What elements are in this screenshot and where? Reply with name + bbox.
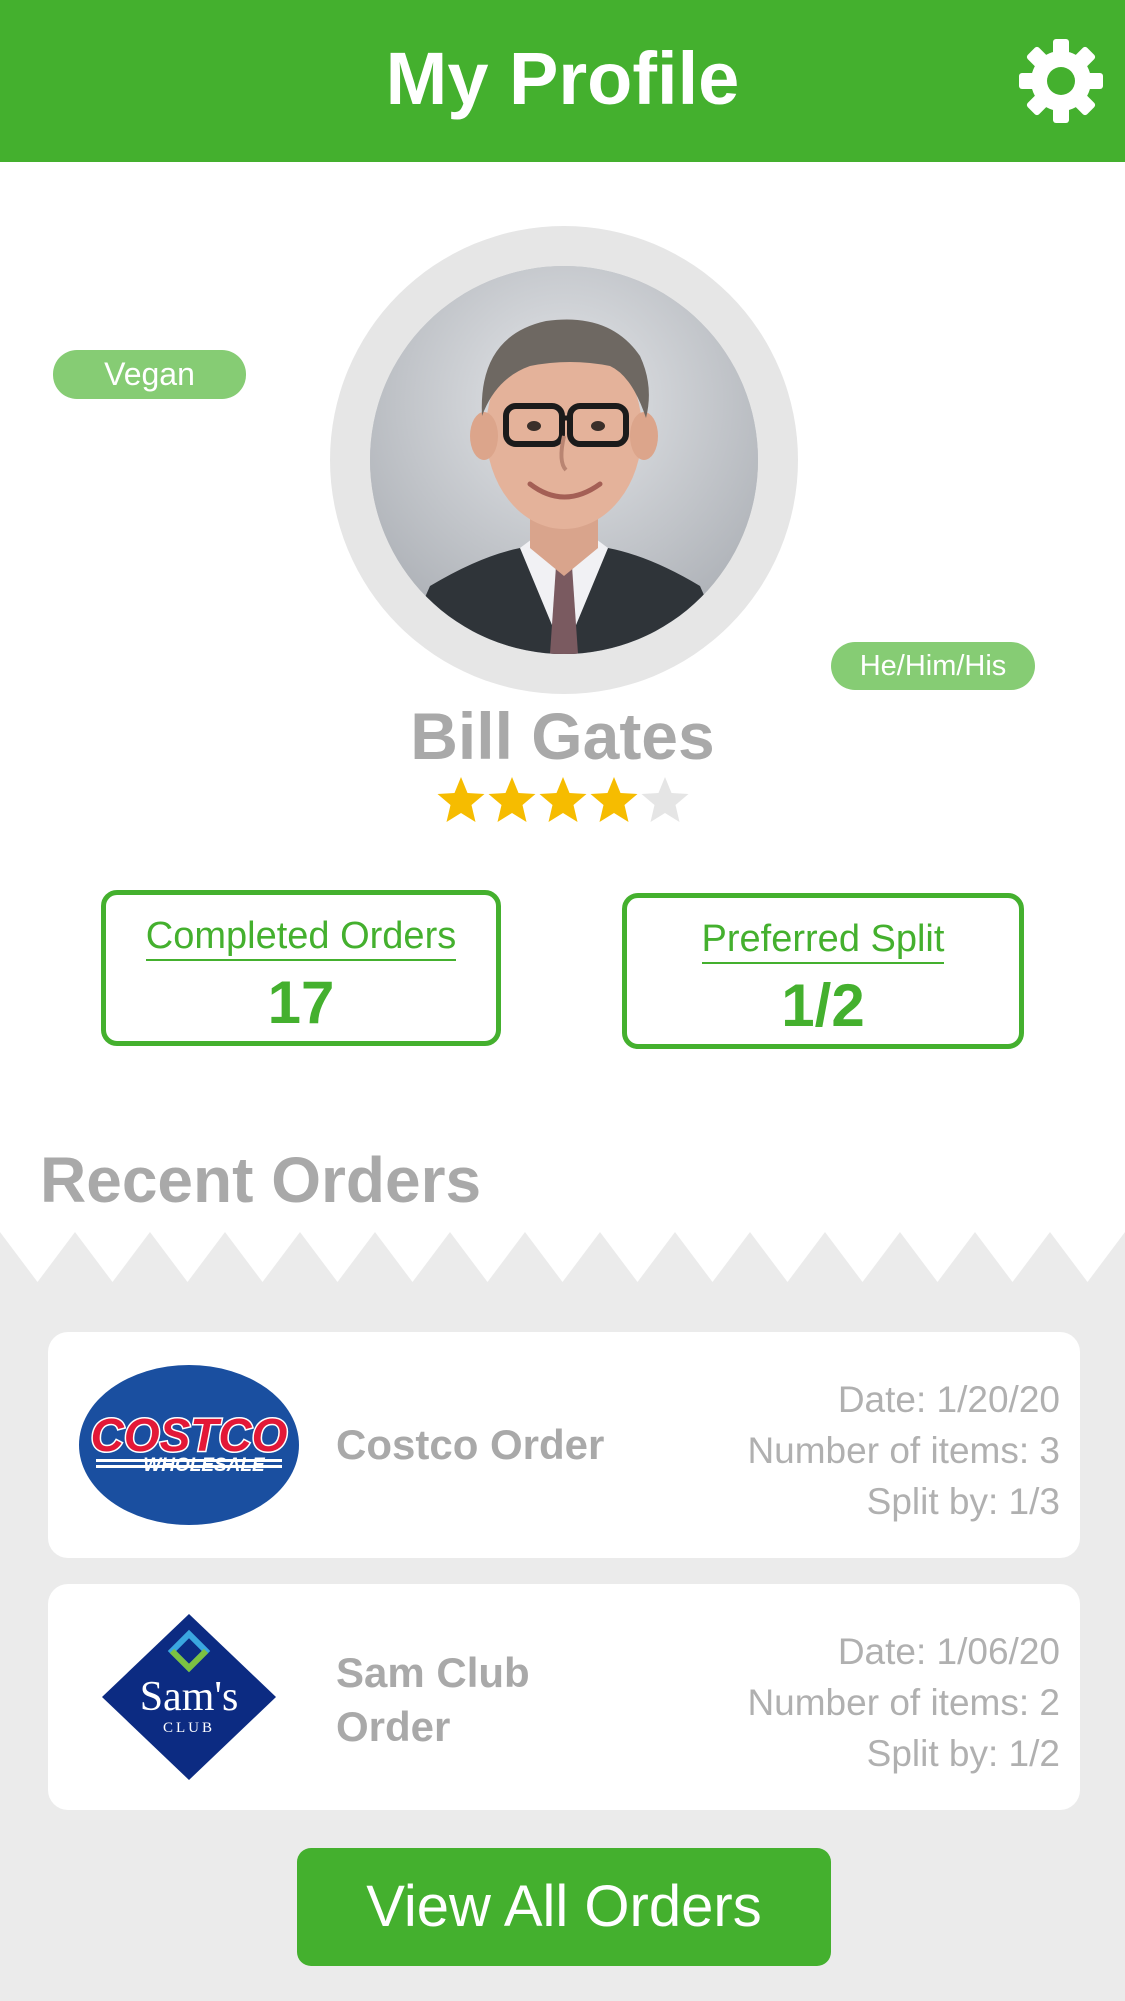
gear-icon [1019,39,1103,123]
settings-button[interactable] [1018,38,1104,124]
rating-stars [435,775,691,825]
order-split: Split by: 1/3 [866,1481,1060,1522]
order-details: Date: 1/20/20 Number of items: 3 Split b… [747,1374,1060,1527]
completed-orders-card[interactable]: Completed Orders 17 [101,890,501,1046]
completed-orders-value: 17 [267,969,335,1036]
order-item-count: Number of items: 3 [747,1430,1060,1471]
order-date: Date: 1/20/20 [837,1379,1060,1420]
star-filled-icon [437,777,485,822]
order-split: Split by: 1/2 [866,1733,1060,1774]
pronoun-tag: He/Him/His [831,642,1035,690]
svg-text:Sam's: Sam's [140,1674,239,1720]
sams-club-logo: Sam's CLUB [102,1614,276,1780]
svg-text:CLUB: CLUB [163,1720,215,1736]
star-empty-icon [641,777,689,822]
app-header: My Profile [0,0,1125,162]
svg-text:COSTCO: COSTCO [91,1409,288,1461]
star-filled-icon [590,777,638,822]
order-date: Date: 1/06/20 [837,1631,1060,1672]
page-title: My Profile [385,37,740,120]
costco-wholesale-logo: COSTCO WHOLESALE [79,1365,299,1525]
order-name: Costco Order [336,1421,605,1468]
order-card[interactable]: Sam's CLUB Sam Club Order Date: 1/06/20 … [48,1584,1080,1810]
recent-orders-title: Recent Orders [40,1144,482,1216]
avatar [370,266,758,654]
user-avatar-photo [370,266,758,654]
preferred-split-value: 1/2 [781,972,865,1039]
diet-tag: Vegan [53,350,246,399]
zigzag-divider [0,1232,1125,1282]
preferred-split-label: Preferred Split [701,918,945,964]
profile-name: Bill Gates [410,699,715,773]
star-filled-icon [539,777,587,822]
view-all-orders-button[interactable]: View All Orders [297,1848,831,1966]
order-name: Sam Club Order [336,1649,530,1750]
completed-orders-label: Completed Orders [145,915,457,961]
svg-text:WHOLESALE: WHOLESALE [143,1455,266,1476]
preferred-split-card[interactable]: Preferred Split 1/2 [622,893,1024,1049]
star-filled-icon [488,777,536,822]
order-card[interactable]: COSTCO WHOLESALE Costco Order Date: 1/20… [48,1332,1080,1558]
order-item-count: Number of items: 2 [747,1682,1060,1723]
order-details: Date: 1/06/20 Number of items: 2 Split b… [747,1626,1060,1779]
